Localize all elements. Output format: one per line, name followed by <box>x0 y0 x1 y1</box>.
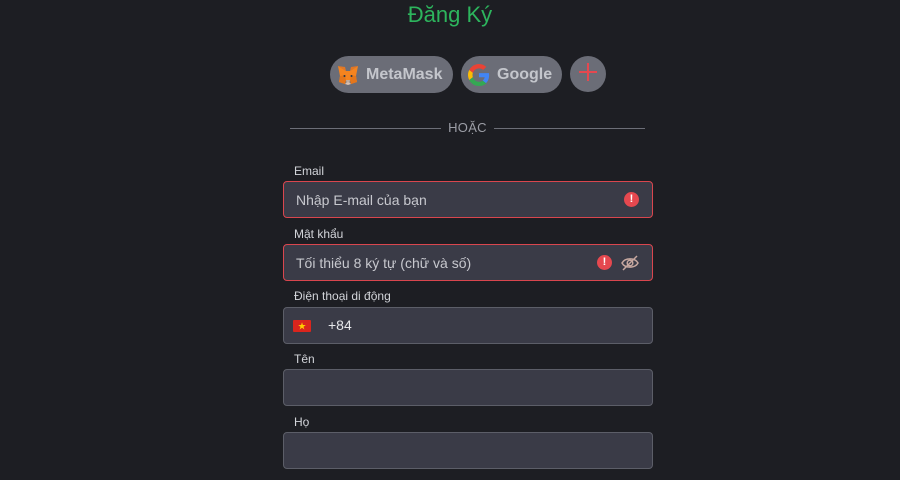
first-name-input[interactable] <box>284 370 652 405</box>
divider-text: HOẶC <box>448 120 487 135</box>
phone-field-container: +84 <box>283 307 653 344</box>
password-field-container: ! <box>283 244 653 281</box>
google-label: Google <box>497 65 553 83</box>
google-icon <box>467 63 491 87</box>
phone-label: Điện thoại di động <box>294 289 391 303</box>
metamask-label: MetaMask <box>366 65 443 83</box>
google-button[interactable]: Google <box>461 56 562 93</box>
plus-icon <box>578 62 598 87</box>
phone-input[interactable] <box>284 308 652 343</box>
page-title: Đăng Ký <box>407 2 493 27</box>
password-label: Mật khẩu <box>294 227 344 241</box>
last-name-input[interactable] <box>284 433 652 468</box>
or-divider: HOẶC <box>290 119 645 137</box>
first-name-field-container <box>283 369 653 406</box>
eye-off-icon[interactable] <box>620 253 640 273</box>
email-input[interactable] <box>284 182 652 217</box>
metamask-fox-icon <box>336 63 360 87</box>
first-name-label: Tên <box>294 352 315 366</box>
divider-line-left <box>290 128 441 129</box>
metamask-button[interactable]: MetaMask <box>330 56 453 93</box>
signup-page: Đăng Ký MetaMask Google HOẶC Email Nhập … <box>0 0 900 480</box>
error-icon: ! <box>624 192 639 207</box>
last-name-field-container <box>283 432 653 469</box>
last-name-label: Họ <box>294 415 310 429</box>
email-field-container: ! <box>283 181 653 218</box>
email-label: Email <box>294 164 325 178</box>
error-icon: ! <box>597 255 612 270</box>
divider-line-right <box>494 128 645 129</box>
more-options-button[interactable] <box>570 56 606 92</box>
